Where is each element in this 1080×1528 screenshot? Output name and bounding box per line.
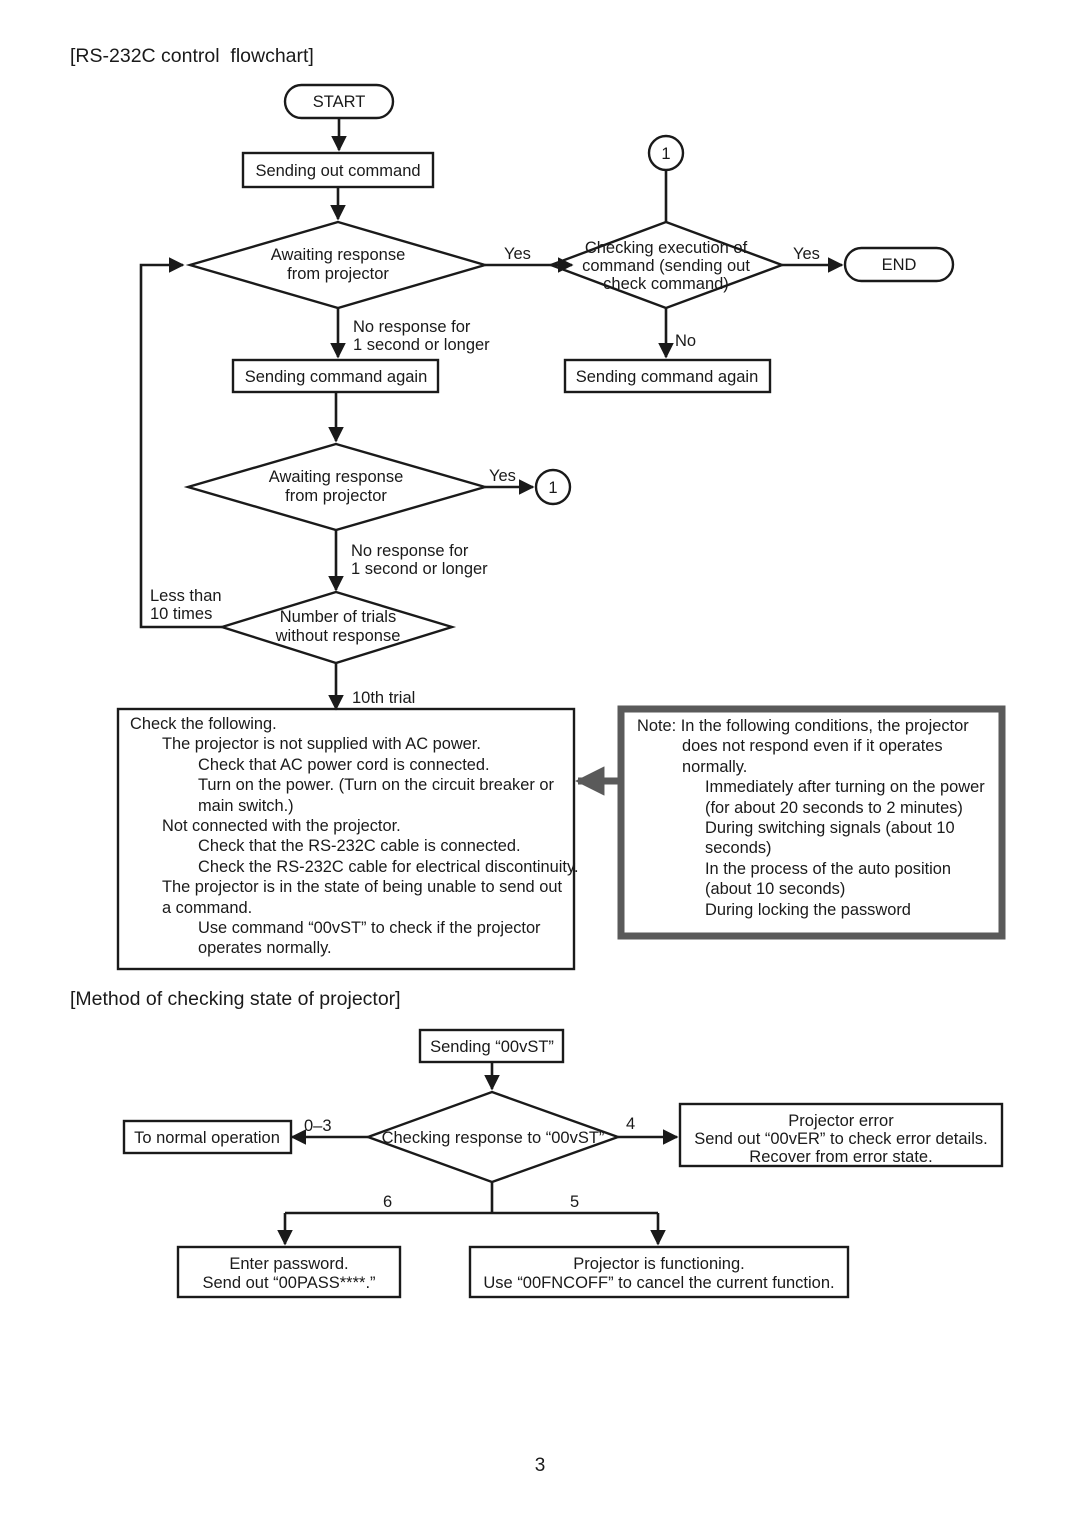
note-box-line-4: (for about 20 seconds to 2 minutes) xyxy=(705,798,963,817)
edge-label-no-response-2-line2: 1 second or longer xyxy=(351,560,488,578)
node-number-of-trials-line1: Number of trials xyxy=(280,608,396,626)
node-awaiting-response-1-line2: from projector xyxy=(287,265,389,283)
edge-label-no-response-1-line2: 1 second or longer xyxy=(353,336,490,354)
node-checking-execution-line1: Checking execution of xyxy=(585,239,748,257)
edge-label-yes-2: Yes xyxy=(793,245,820,263)
node-sending-again-right-label: Sending command again xyxy=(576,368,759,386)
edge-label-code-0-3: 0–3 xyxy=(304,1117,332,1135)
node-awaiting-response-1-line1: Awaiting response xyxy=(271,246,406,264)
node-start-label: START xyxy=(313,93,366,111)
note-box-line-7: In the process of the auto position xyxy=(705,859,952,878)
edge-label-no-response-2-line1: No response for xyxy=(351,542,469,560)
node-sending-00vst-label: Sending “00vST” xyxy=(430,1038,554,1056)
edge-label-code-5: 5 xyxy=(570,1193,579,1211)
edge-loopback-less-than-10 xyxy=(139,257,222,629)
check-the-following-line-10: Use command “00vST” to check if the proj… xyxy=(198,919,541,938)
node-enter-password-line2: Send out “00PASS****.” xyxy=(202,1274,375,1292)
edge-label-less-than-line1: Less than xyxy=(150,587,222,605)
edge-label-no-response-1-line1: No response for xyxy=(353,318,471,336)
node-projector-error-line2: Send out “00vER” to check error details. xyxy=(694,1130,987,1148)
check-the-following-text: Check the following. The projector is not… xyxy=(130,714,579,959)
check-the-following-line-7: Check the RS-232C cable for electrical d… xyxy=(198,857,579,876)
node-to-normal-operation-label: To normal operation xyxy=(134,1129,280,1147)
node-awaiting-response-2-line1: Awaiting response xyxy=(269,468,404,486)
node-projector-error-line3: Recover from error state. xyxy=(749,1148,932,1166)
edge-label-less-than-line2: 10 times xyxy=(150,605,212,623)
check-the-following-line-9: a command. xyxy=(162,898,253,917)
note-box-line-3: Immediately after turning on the power xyxy=(705,778,985,797)
check-the-following-line-2: Check that AC power cord is connected. xyxy=(198,755,490,774)
edge-label-yes-1: Yes xyxy=(504,245,531,263)
node-checking-execution-line3: check command) xyxy=(603,275,729,293)
check-the-following-line-1: The projector is not supplied with AC po… xyxy=(162,735,481,754)
note-box-line-9: During locking the password xyxy=(705,900,911,919)
node-enter-password-line1: Enter password. xyxy=(229,1255,348,1273)
note-box-line-2: normally. xyxy=(682,757,748,776)
edge-label-code-4: 4 xyxy=(626,1115,635,1133)
check-the-following-line-3: Turn on the power. (Turn on the circuit … xyxy=(198,776,554,795)
note-box-line-6: seconds) xyxy=(705,839,772,858)
check-the-following-line-4: main switch.) xyxy=(198,796,294,815)
edge-label-10th-trial: 10th trial xyxy=(352,689,415,707)
node-projector-functioning-line2: Use “00FNCOFF” to cancel the current fun… xyxy=(483,1274,834,1292)
node-awaiting-response-2-line2: from projector xyxy=(285,487,387,505)
edge-label-no-1: No xyxy=(675,332,696,350)
document-page: [RS-232C control flowchart] [Method of c… xyxy=(0,0,1080,1528)
note-box-text: Note: In the following conditions, the p… xyxy=(637,716,985,920)
check-the-following-line-0: Check the following. xyxy=(130,715,277,733)
note-box-line-5: During switching signals (about 10 xyxy=(705,819,955,838)
node-checking-execution-line2: command (sending out xyxy=(582,257,750,275)
note-box-line-1: does not respond even if it operates xyxy=(682,737,943,756)
note-box-line-0: Note: In the following conditions, the p… xyxy=(637,717,969,735)
page-number: 3 xyxy=(534,1455,546,1476)
check-the-following-line-11: operates normally. xyxy=(198,939,332,958)
node-checking-response-00vst-label: Checking response to “00vST” xyxy=(382,1129,605,1147)
node-number-of-trials-line2: without response xyxy=(275,627,401,645)
connector-circle-bottom-label: 1 xyxy=(548,479,557,497)
edge-label-code-6: 6 xyxy=(383,1193,392,1211)
node-sending-again-left-label: Sending command again xyxy=(245,368,428,386)
node-sending-out-command-label: Sending out command xyxy=(255,162,420,180)
check-the-following-line-6: Check that the RS-232C cable is connecte… xyxy=(198,837,521,856)
node-projector-error-line1: Projector error xyxy=(788,1112,894,1130)
node-projector-functioning-line1: Projector is functioning. xyxy=(573,1255,745,1273)
check-the-following-line-5: Not connected with the projector. xyxy=(162,817,401,836)
node-end-label: END xyxy=(882,256,917,274)
note-box-line-8: (about 10 seconds) xyxy=(705,880,846,899)
connector-circle-top-label: 1 xyxy=(661,145,670,163)
check-the-following-line-8: The projector is in the state of being u… xyxy=(162,878,563,897)
edge-label-yes-3: Yes xyxy=(489,467,516,485)
